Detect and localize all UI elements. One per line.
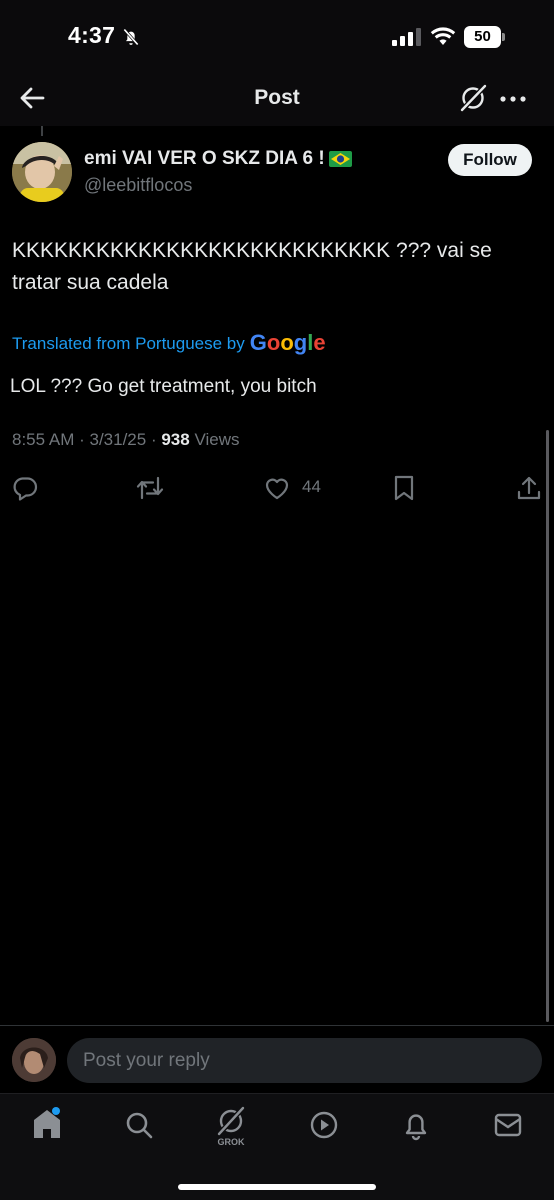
grok-tab-label: GROK [217,1137,245,1147]
scrollbar[interactable] [546,430,549,1022]
share-icon[interactable] [516,474,542,502]
reply-input[interactable] [67,1038,542,1083]
views-label[interactable]: Views [194,430,239,449]
notifications-icon[interactable] [399,1106,433,1146]
author-avatar[interactable] [12,142,72,202]
translation-label: Translated from Portuguese by [12,334,245,353]
more-icon[interactable] [498,84,528,114]
grok-icon[interactable] [458,83,488,113]
status-time: 4:37 [68,22,116,48]
battery-level: 50 [474,28,491,45]
translated-text: LOL ??? Go get treatment, you bitch [10,376,317,397]
post-date: 3/31/25 [89,430,147,449]
bookmark-icon[interactable] [392,474,416,502]
video-icon[interactable] [307,1106,341,1146]
grok-tab-icon [217,1106,245,1136]
search-icon[interactable] [122,1106,156,1146]
author-handle[interactable]: @leebitflocos [84,175,192,196]
follow-button[interactable]: Follow [448,144,532,176]
home-indicator[interactable] [178,1184,376,1190]
post-meta: 8:55 AM · 3/31/25 · 938 Views [12,430,240,449]
google-logo: Google [249,330,326,355]
like-icon[interactable] [263,474,291,502]
like-count: 44 [302,477,321,496]
post-actions: 44 [0,470,554,504]
bell-slash-icon [123,28,139,46]
repost-icon[interactable] [134,474,166,502]
tab-grok[interactable]: GROK [214,1106,248,1147]
views-count: 938 [161,430,190,449]
status-bar: 4:37 50 [0,0,554,70]
author-name[interactable]: emi VAI VER O SKZ DIA 6 ! [84,148,352,170]
reply-icon[interactable] [11,474,39,502]
thread-line [41,126,43,136]
cellular-signal-icon [392,28,421,46]
home-notification-dot [52,1107,60,1115]
reply-bar [0,1025,554,1093]
post-text: KKKKKKKKKKKKKKKKKKKKKKKKKKK ??? vai se t… [12,239,492,294]
top-nav: Post [0,70,554,126]
battery-icon: 50 [464,26,506,48]
messages-icon[interactable] [491,1106,525,1146]
translation-attribution[interactable]: Translated from Portuguese by Google [12,330,326,358]
user-avatar[interactable] [12,1038,56,1082]
brazil-flag-icon [328,151,352,167]
wifi-icon [430,27,456,45]
post-time: 8:55 AM [12,430,75,449]
author-name-text: emi VAI VER O SKZ DIA 6 ! [84,148,325,169]
